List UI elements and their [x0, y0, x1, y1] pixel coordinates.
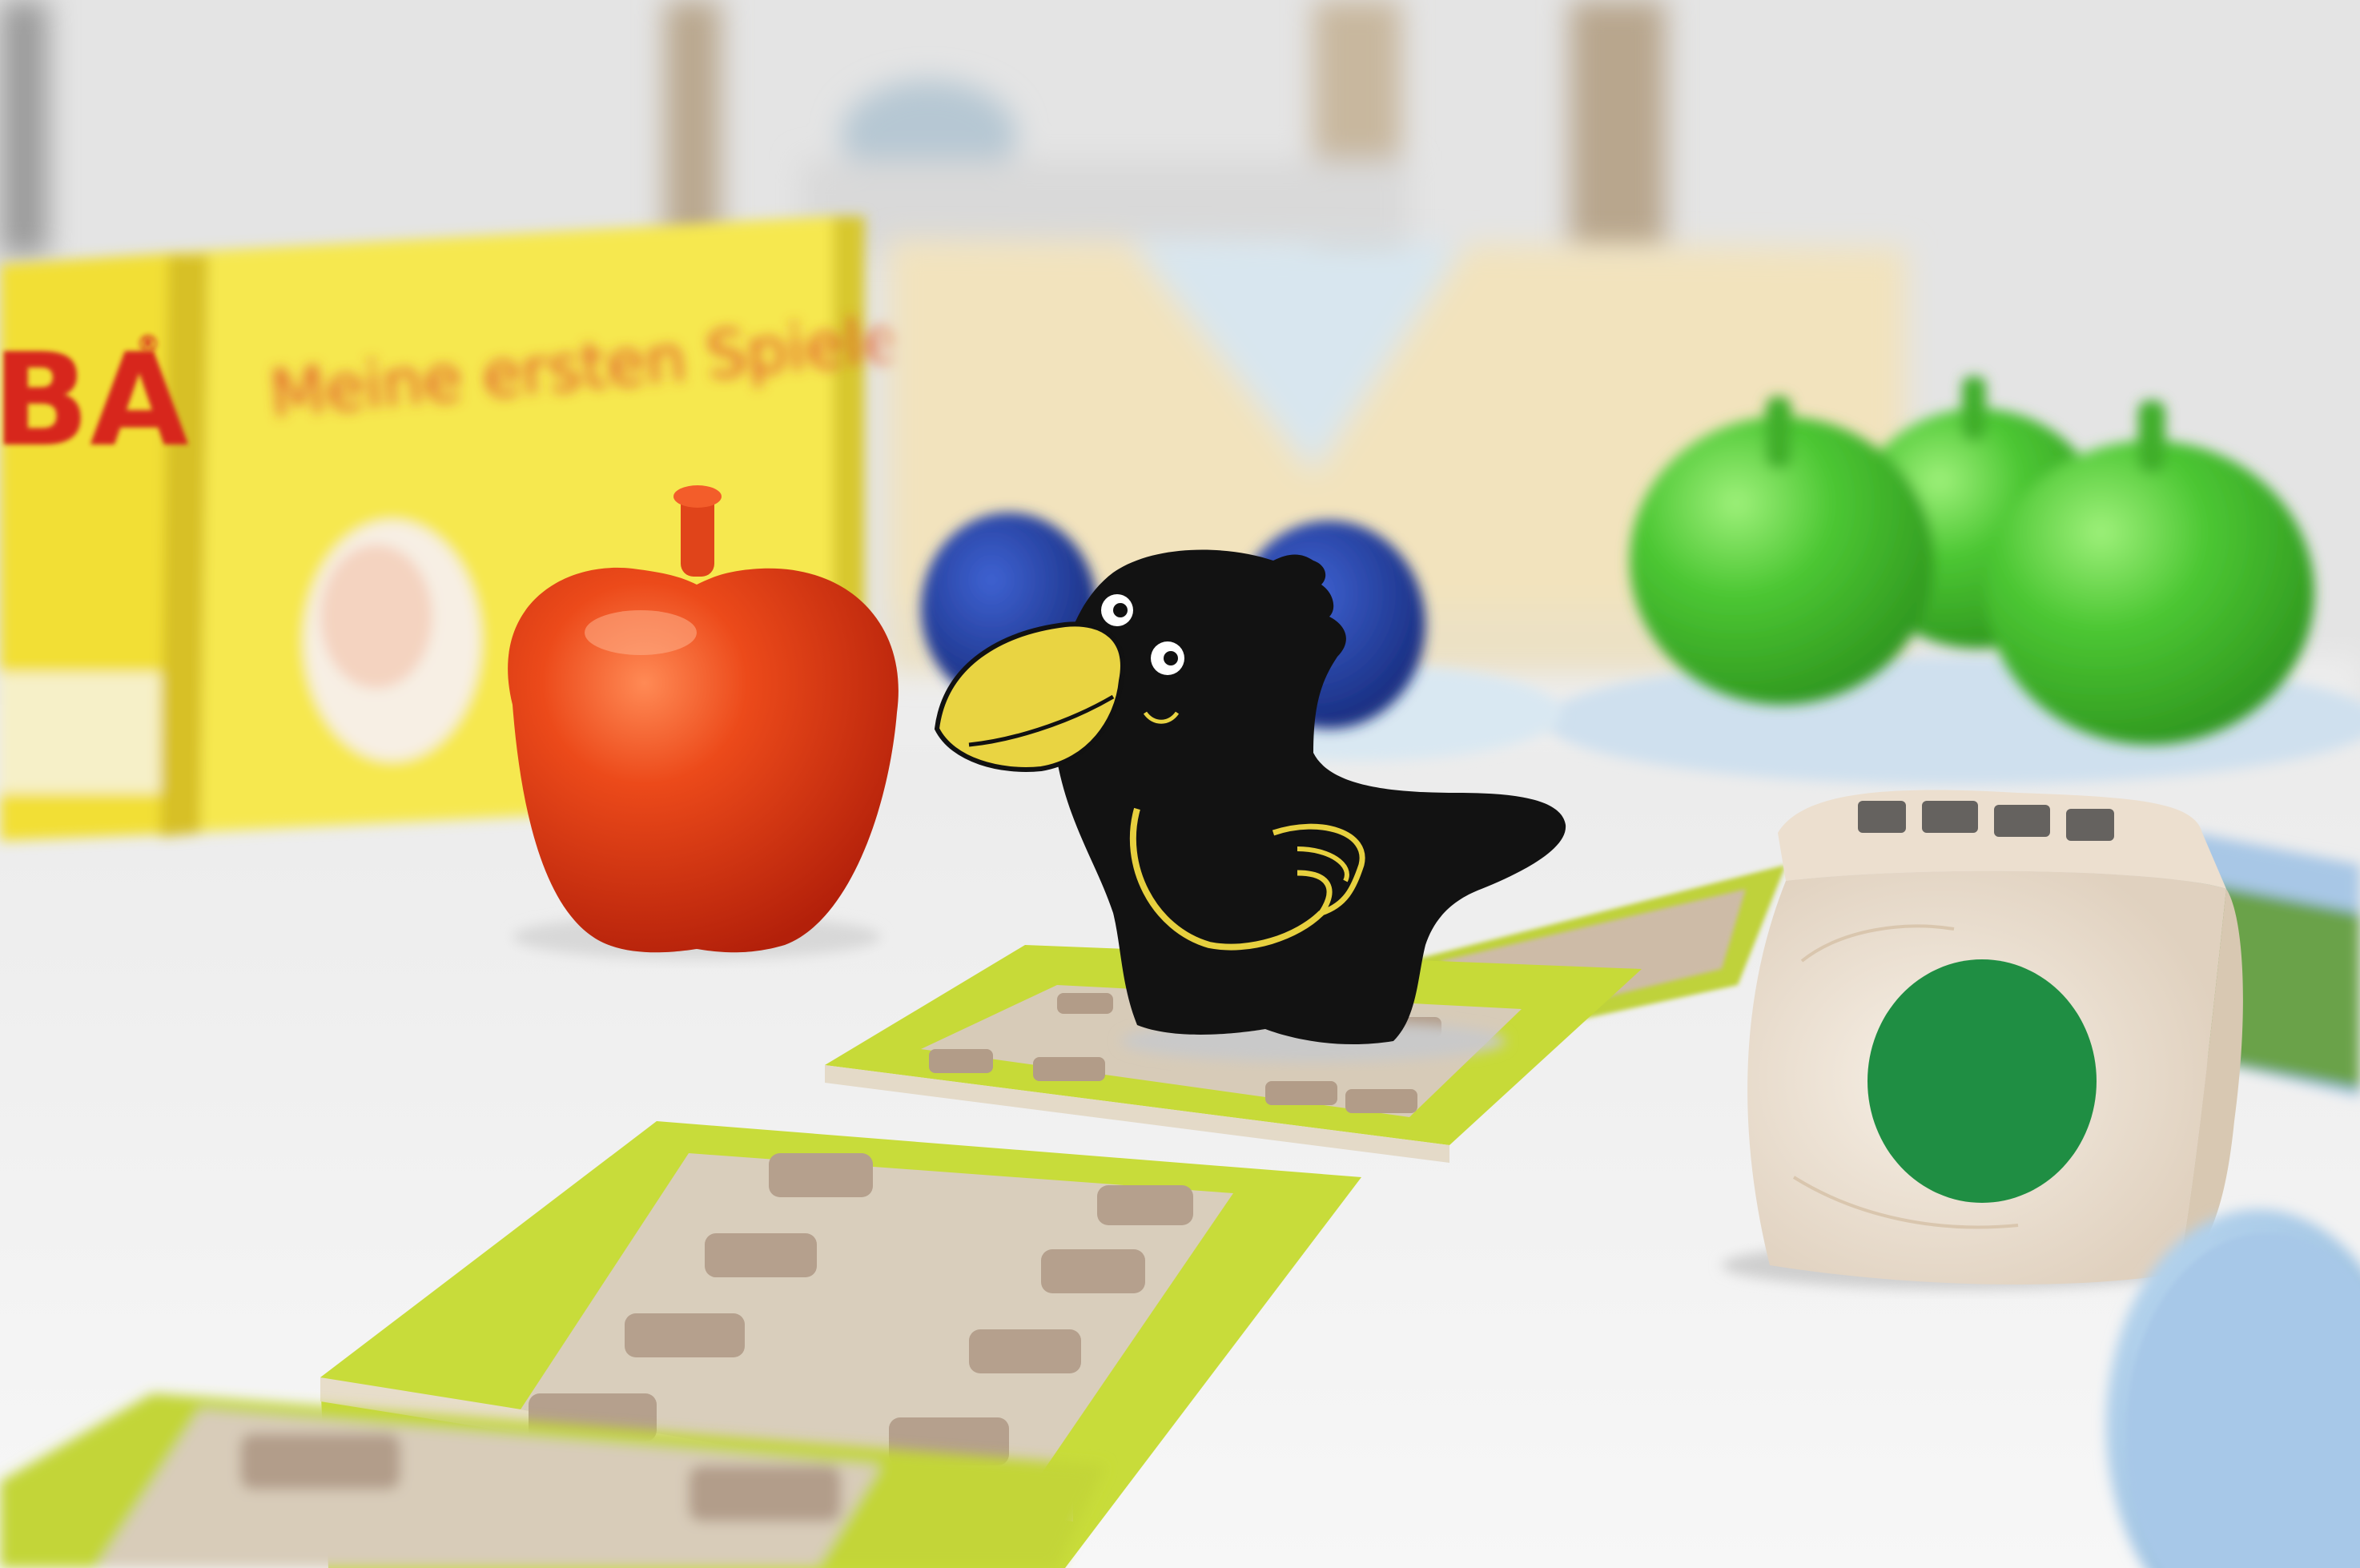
- green-apple-front-icon: [1986, 440, 2314, 745]
- brand-registered-mark: ®: [136, 331, 160, 359]
- die-green-dot-icon: [1867, 959, 2097, 1203]
- red-apple-icon: [508, 567, 899, 953]
- wooden-die: [1722, 790, 2243, 1289]
- brand-logo: BA: [0, 325, 189, 475]
- photo-canvas: BA ® Meine ersten Spiele: [0, 0, 2360, 1568]
- photo-scene: BA ® Meine ersten Spiele: [0, 0, 2360, 1568]
